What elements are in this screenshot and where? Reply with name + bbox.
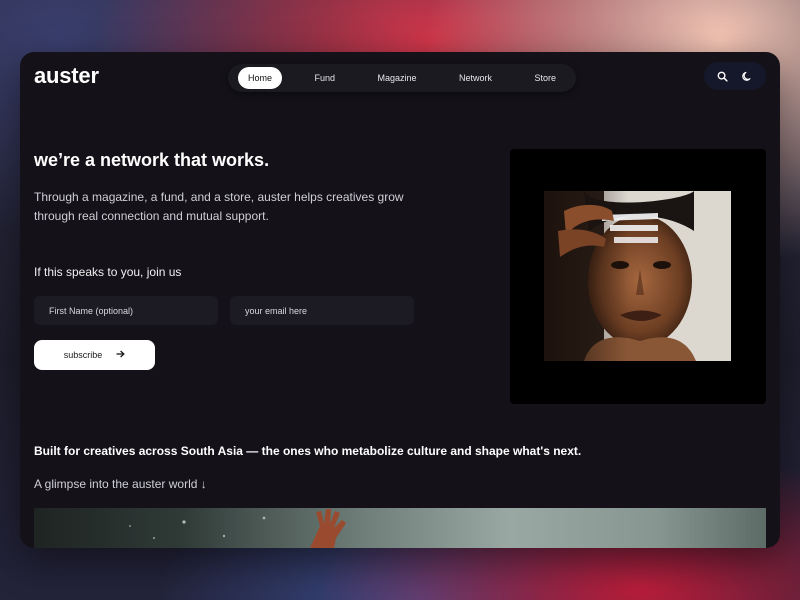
app-window: auster Home Fund Magazine Network Store …: [20, 52, 780, 548]
hero-image-frame: [510, 149, 766, 404]
subscribe-label: subscribe: [63, 350, 103, 360]
audience-statement: Built for creatives across South Asia — …: [34, 444, 582, 458]
nav-item-fund[interactable]: Fund: [304, 67, 345, 89]
gallery-image: [34, 508, 766, 548]
intro-text: Through a magazine, a fund, and a store,…: [34, 190, 404, 223]
glimpse-link[interactable]: A glimpse into the auster world ↓: [34, 477, 207, 491]
logo[interactable]: auster: [34, 63, 99, 89]
top-nav: Home Fund Magazine Network Store: [228, 64, 576, 92]
email-field[interactable]: [230, 296, 414, 325]
portrait-image: [544, 191, 731, 361]
subscribe-button[interactable]: subscribe: [34, 340, 155, 370]
nav-item-network[interactable]: Network: [449, 67, 502, 89]
arrow-right-icon: [116, 350, 126, 360]
first-name-field[interactable]: [34, 296, 218, 325]
nav-item-home[interactable]: Home: [238, 67, 283, 89]
moon-icon[interactable]: [740, 68, 756, 84]
join-prompt: If this speaks to you, join us: [34, 265, 182, 279]
nav-item-magazine[interactable]: Magazine: [367, 67, 426, 89]
nav-item-store[interactable]: Store: [524, 67, 566, 89]
search-icon[interactable]: [715, 68, 731, 84]
page-headline: we’re a network that works.: [34, 150, 270, 170]
toolbar: [704, 62, 766, 90]
